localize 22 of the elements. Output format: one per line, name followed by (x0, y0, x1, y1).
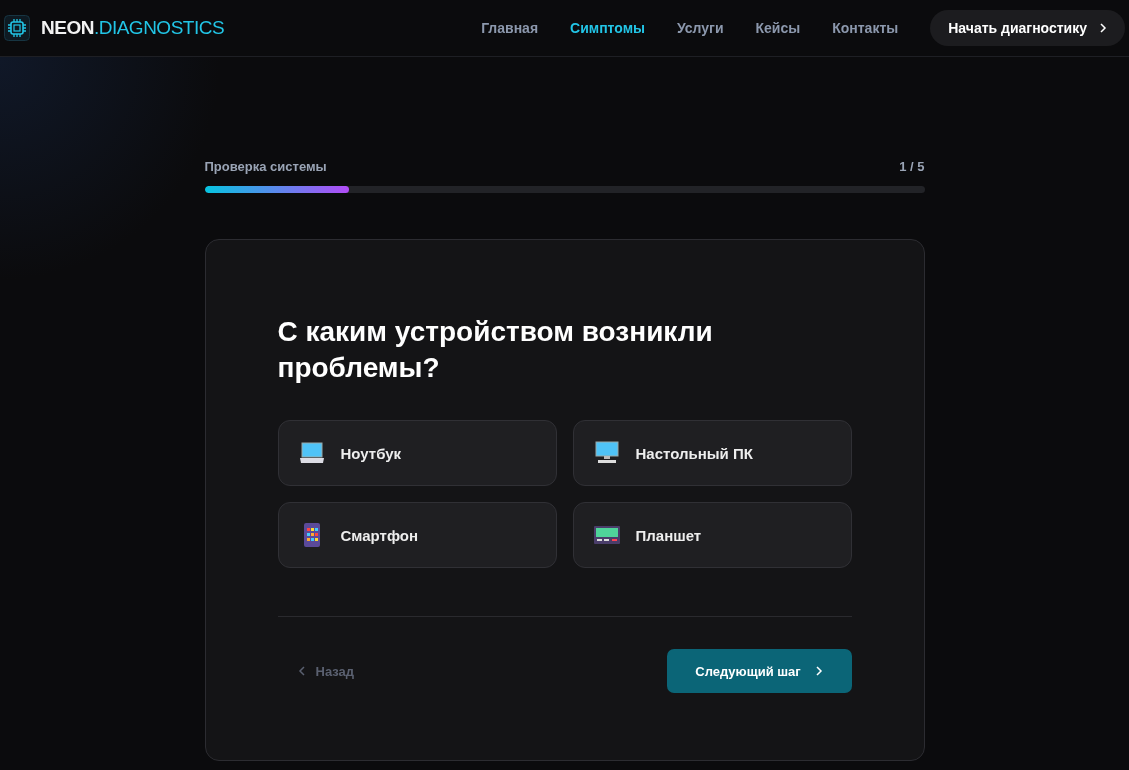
nav-link[interactable]: Симптомы (570, 20, 645, 36)
next-step-button[interactable]: Следующий шаг (666, 649, 852, 693)
nav-link[interactable]: Контакты (832, 20, 899, 36)
chevron-left-icon (297, 665, 306, 677)
chevron-right-icon (1099, 22, 1107, 34)
monitor-icon (593, 441, 620, 465)
nav-link[interactable]: Главная (481, 20, 539, 36)
chevron-right-icon (814, 665, 823, 677)
keypad-device-icon (593, 526, 620, 544)
device-option[interactable]: Смартфон (277, 502, 557, 568)
device-option[interactable]: Планшет (572, 502, 852, 568)
nav-link[interactable]: Кейсы (755, 20, 801, 36)
nav-link[interactable]: Услуги (676, 20, 724, 36)
device-option[interactable]: Настольный ПК (572, 420, 852, 486)
progress-label: Проверка системы (204, 159, 327, 174)
step-counter: 1 / 5 (899, 159, 925, 174)
question-title: С каким устройством возникли проблемы? (277, 315, 714, 385)
device-option[interactable]: Ноутбук (277, 420, 557, 486)
start-diagnostics-button[interactable]: Начать диагностику (930, 10, 1125, 46)
chip-icon (4, 15, 30, 41)
laptop-icon (298, 441, 325, 465)
brand-name: NEON.DIAGNOSTICS (41, 17, 225, 39)
